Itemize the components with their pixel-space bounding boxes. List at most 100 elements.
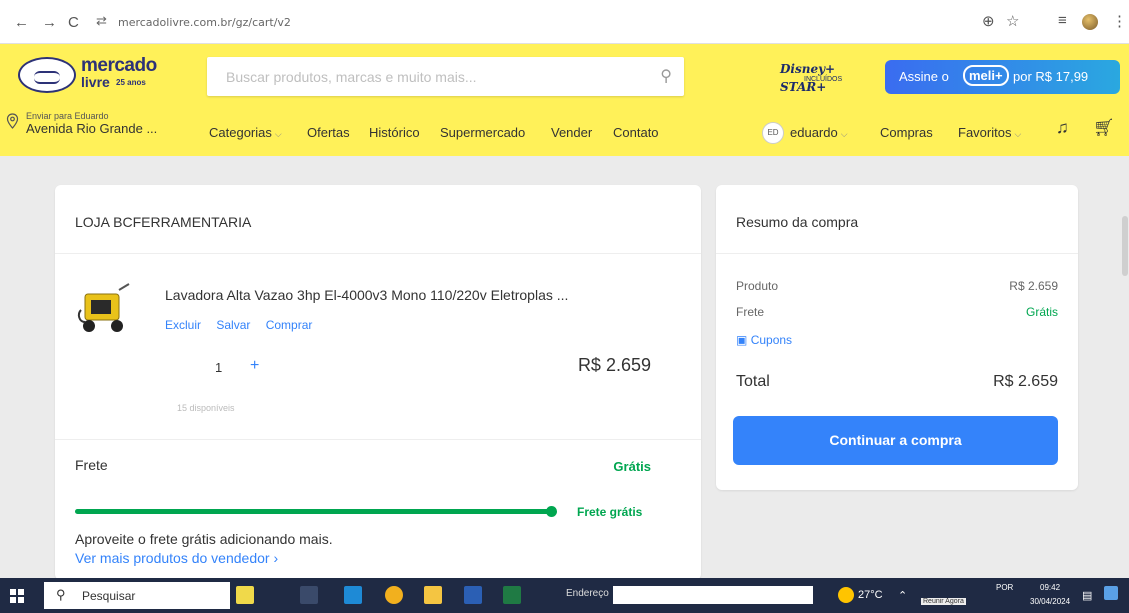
location-address: Avenida Rio Grande ... <box>26 121 158 136</box>
start-icon-square <box>18 597 24 603</box>
language-indicator[interactable]: POR <box>996 581 1013 595</box>
produto-value: R$ 2.659 <box>1009 279 1058 293</box>
salvar-link[interactable]: Salvar <box>216 318 250 332</box>
nav-contato[interactable]: Contato <box>613 125 659 140</box>
nav-ofertas[interactable]: Ofertas <box>307 125 350 140</box>
comprar-link[interactable]: Comprar <box>266 318 313 332</box>
excluir-link[interactable]: Excluir <box>165 318 201 332</box>
divider <box>55 253 701 254</box>
meli-prefix: Assine o <box>899 69 949 84</box>
location-pin-icon <box>6 113 19 129</box>
start-icon-square <box>10 597 16 603</box>
start-icon-square <box>10 589 16 595</box>
nav-categorias-label: Categorias <box>209 125 272 140</box>
nav-compras[interactable]: Compras <box>880 125 933 140</box>
chevron-up-icon[interactable]: ⌃ <box>898 589 907 602</box>
word-icon[interactable] <box>464 586 482 604</box>
available-stock: 15 disponíveis <box>177 403 235 413</box>
free-shipping-progress-fill <box>75 509 553 514</box>
free-shipping-label: Frete grátis <box>577 505 643 519</box>
user-name: eduardo <box>790 125 838 140</box>
frete-label: Frete <box>75 457 108 473</box>
quantity-value[interactable]: 1 <box>215 360 222 375</box>
product-actions: Excluir Salvar Comprar <box>165 318 324 332</box>
forward-icon[interactable]: → <box>42 14 57 31</box>
search-icon: ⚲ <box>56 587 66 602</box>
search-input[interactable]: Buscar produtos, marcas e muito mais... … <box>207 57 684 96</box>
favoritos-label: Favoritos <box>958 125 1012 140</box>
continue-purchase-button[interactable]: Continuar a compra <box>733 416 1058 465</box>
clock[interactable]: 09:42 30/04/2024 <box>1030 581 1070 609</box>
address-toolbar-input[interactable] <box>613 586 813 604</box>
site-header: mercado livre 25 anos Buscar produtos, m… <box>0 44 1129 156</box>
zoom-icon[interactable]: ⊕ <box>982 12 995 30</box>
windows-start-icon[interactable] <box>10 589 24 603</box>
search-placeholder: Buscar produtos, marcas e muito mais... <box>226 69 477 85</box>
frete-value: Grátis <box>613 459 651 474</box>
free-shipping-progress-dot <box>546 506 557 517</box>
news-widget-icon[interactable] <box>236 586 254 604</box>
user-menu[interactable]: eduardo ⌵ <box>790 125 848 140</box>
meli-plus-banner[interactable]: Assine o meli+ por R$ 17,99 <box>885 60 1120 94</box>
purchase-summary: Resumo da compra Produto R$ 2.659 Frete … <box>716 185 1078 490</box>
page-scrollbar[interactable] <box>1121 156 1129 578</box>
taskbar-search-text: Pesquisar <box>82 589 136 603</box>
nav-vender[interactable]: Vender <box>551 125 592 140</box>
summary-title: Resumo da compra <box>736 214 859 230</box>
clock-date: 30/04/2024 <box>1030 597 1071 606</box>
disney-star-banner[interactable]: Disney+ STAR+ INCLUÍDOS <box>780 60 880 94</box>
total-label: Total <box>736 373 770 390</box>
promo-text: Aproveite o frete grátis adicionando mai… <box>75 531 333 547</box>
coupon-icon: ▣ <box>736 333 748 347</box>
weather-icon[interactable] <box>838 587 854 603</box>
notifications-icon[interactable]: ▤ <box>1082 589 1092 602</box>
mercadolivre-logo[interactable]: mercado livre 25 anos <box>18 55 168 93</box>
cupons-label: Cupons <box>750 333 793 347</box>
reload-icon[interactable]: C <box>68 14 79 31</box>
meet-now-tooltip: Reunir Agora <box>921 598 966 605</box>
cart-icon[interactable]: 🛒︎ <box>1093 118 1115 138</box>
bookmark-star-icon[interactable]: ☆ <box>1006 12 1019 30</box>
reading-list-icon[interactable]: ≡ <box>1058 12 1067 29</box>
location-label: Enviar para Eduardo <box>26 111 109 121</box>
task-view-icon[interactable] <box>300 586 318 604</box>
action-center-icon[interactable] <box>1104 586 1118 600</box>
quantity-plus-button[interactable]: + <box>250 357 259 375</box>
extension-icon[interactable] <box>1082 14 1098 30</box>
browser-toolbar: ← → C ⇄ mercadolivre.com.br/gz/cart/v2 ⊕… <box>0 0 1129 44</box>
start-icon-square <box>18 589 24 595</box>
site-settings-icon[interactable]: ⇄ <box>96 13 107 29</box>
chrome-icon[interactable] <box>385 586 403 604</box>
nav-supermercado[interactable]: Supermercado <box>440 125 525 140</box>
taskbar-search[interactable]: ⚲ Pesquisar <box>44 582 230 609</box>
produto-label: Produto <box>736 279 779 293</box>
user-avatar[interactable]: ED <box>762 122 784 144</box>
scrollbar-thumb[interactable] <box>1122 216 1128 276</box>
meli-plus-logo: meli+ <box>963 65 1009 86</box>
nav-historico[interactable]: Histórico <box>369 125 420 140</box>
disney-included-label: INCLUÍDOS <box>804 76 843 83</box>
free-shipping-progress <box>75 506 557 517</box>
nav-categorias[interactable]: Categorias ⌵ <box>209 125 282 140</box>
file-explorer-icon[interactable] <box>424 586 442 604</box>
outlook-icon[interactable] <box>344 586 362 604</box>
nav-favoritos[interactable]: Favoritos ⌵ <box>958 125 1021 140</box>
product-thumbnail[interactable] <box>75 280 139 338</box>
search-icon[interactable]: ⚲ <box>660 66 672 86</box>
cupons-link[interactable]: ▣ Cupons <box>736 333 792 347</box>
product-title[interactable]: Lavadora Alta Vazao 3hp El-4000v3 Mono 1… <box>165 287 568 303</box>
cart-card: LOJA BCFERRAMENTARIA Lavadora Alta Vazao… <box>55 185 701 580</box>
chevron-down-icon: ⌵ <box>1014 129 1022 139</box>
address-bar[interactable]: mercadolivre.com.br/gz/cart/v2 <box>118 16 291 29</box>
logo-text-2: livre <box>81 74 110 90</box>
more-seller-products-link[interactable]: Ver mais produtos do vendedor › <box>75 550 278 566</box>
divider <box>716 253 1078 254</box>
store-name: LOJA BCFERRAMENTARIA <box>75 214 252 230</box>
notification-bell-icon[interactable]: ♫ <box>1056 118 1069 138</box>
product-price: R$ 2.659 <box>577 355 651 375</box>
delivery-location[interactable]: Enviar para Eduardo Avenida Rio Grande .… <box>0 108 200 138</box>
browser-menu-icon[interactable]: ⋮ <box>1112 12 1127 30</box>
summary-frete-label: Frete <box>736 305 765 319</box>
back-icon[interactable]: ← <box>14 14 29 31</box>
excel-icon[interactable] <box>503 586 521 604</box>
